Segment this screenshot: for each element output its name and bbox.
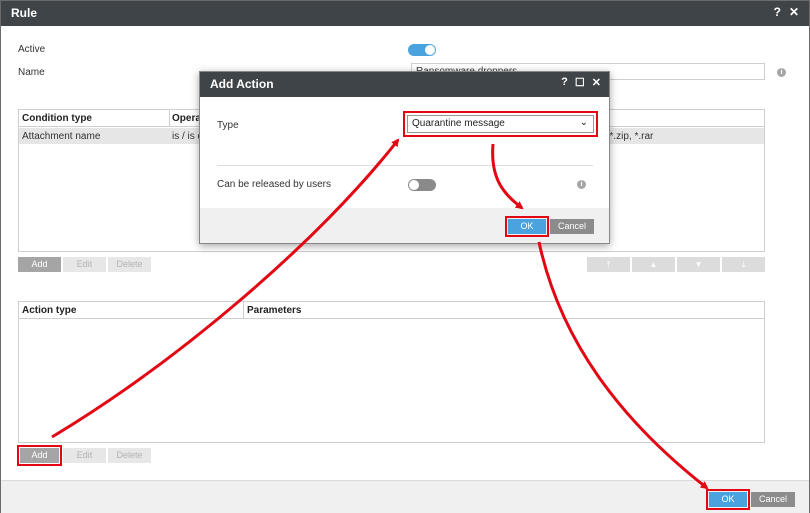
rule-title: Rule: [11, 6, 38, 20]
active-toggle[interactable]: [408, 44, 436, 56]
info-icon: i: [577, 180, 586, 189]
move-down-icon[interactable]: ▼: [677, 257, 720, 272]
action-edit-button[interactable]: Edit: [63, 448, 106, 463]
toggle-knob: [425, 45, 435, 55]
highlight-box: [505, 216, 549, 237]
highlight-box: [706, 489, 750, 510]
info-icon: i: [777, 68, 786, 77]
type-label: Type: [217, 120, 239, 131]
cell-condition-type: Attachment name: [22, 131, 101, 142]
active-label: Active: [18, 44, 46, 55]
name-label: Name: [18, 67, 45, 78]
condition-add-button[interactable]: Add: [18, 257, 61, 272]
modal-footer: OK Cancel: [200, 208, 609, 243]
add-action-dialog: Add Action ? ☐ ✕ Type Quarantine message…: [199, 71, 610, 244]
toggle-knob: [409, 180, 419, 190]
actions-table: Action type Parameters: [18, 301, 765, 443]
actions-header: Action type Parameters: [19, 302, 764, 319]
maximize-icon[interactable]: ☐: [575, 76, 585, 89]
column-header-parameters: Parameters: [247, 305, 302, 316]
close-icon[interactable]: ✕: [592, 76, 601, 89]
column-header-condition-type: Condition type: [22, 113, 92, 124]
release-label: Can be released by users: [217, 179, 331, 190]
help-icon[interactable]: ?: [774, 5, 781, 19]
help-icon[interactable]: ?: [561, 76, 568, 89]
condition-delete-button[interactable]: Delete: [108, 257, 151, 272]
rule-footer: OK Cancel: [1, 480, 809, 513]
modal-cancel-button[interactable]: Cancel: [550, 219, 594, 234]
condition-edit-button[interactable]: Edit: [63, 257, 106, 272]
cancel-button[interactable]: Cancel: [751, 492, 795, 507]
modal-titlebar: Add Action ? ☐ ✕: [200, 72, 609, 97]
close-icon[interactable]: ✕: [789, 5, 799, 19]
action-delete-button[interactable]: Delete: [108, 448, 151, 463]
move-up-icon[interactable]: ▲: [632, 257, 675, 272]
highlight-box: [403, 111, 598, 137]
release-toggle[interactable]: [408, 179, 436, 191]
column-header-action-type: Action type: [22, 305, 77, 316]
move-top-icon[interactable]: ⤒: [587, 257, 630, 272]
divider: [217, 165, 593, 166]
highlight-box: [17, 445, 62, 466]
rule-titlebar: Rule ? ✕: [1, 1, 809, 26]
move-bottom-icon[interactable]: ⤓: [722, 257, 765, 272]
modal-title: Add Action: [210, 77, 274, 91]
